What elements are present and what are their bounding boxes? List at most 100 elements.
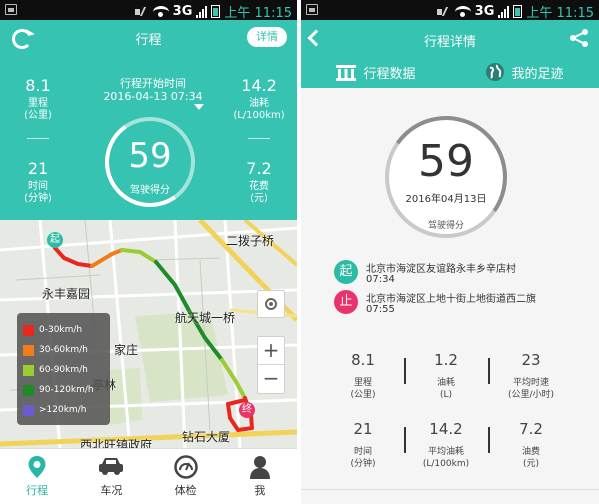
time-value: 21 bbox=[27, 159, 49, 178]
stat-value: 8.1 bbox=[351, 351, 375, 369]
trip-date: 2016年04月13日 bbox=[405, 194, 487, 205]
legend-swatch bbox=[23, 364, 34, 376]
building-icon bbox=[336, 65, 357, 81]
nav-car-status[interactable]: 车况 bbox=[74, 449, 148, 504]
stat-avg-fuel: 14.2 平均油耗 (L/100km) bbox=[406, 420, 486, 470]
fuel-label: 油耗 bbox=[249, 98, 269, 109]
stat-time: 21 时间 (分钟) bbox=[323, 420, 403, 470]
tab-trip-data[interactable]: 行程数据 bbox=[301, 56, 450, 88]
map-label-erbozi: 二拨子桥 bbox=[226, 234, 275, 248]
nav-trip[interactable]: 行程 bbox=[0, 449, 74, 504]
score-value: 59 bbox=[418, 136, 474, 187]
cost-value: 7.2 bbox=[246, 159, 272, 178]
network-type: 3G bbox=[474, 4, 495, 19]
legend-item: 30-60km/h bbox=[23, 340, 104, 360]
stat-label: 里程 bbox=[353, 378, 372, 388]
image-notification-icon bbox=[5, 4, 17, 15]
share-icon[interactable] bbox=[569, 29, 589, 47]
legend-swatch bbox=[23, 384, 34, 396]
zoom-controls: + − bbox=[257, 336, 285, 394]
globe-icon bbox=[486, 63, 505, 81]
trip-detail-screen: 3G 上午 11:15 行程详情 行程数据 我的足迹 59 2016年04月13… bbox=[301, 0, 599, 504]
legend-swatch bbox=[23, 324, 34, 336]
legend-item: 0-30km/h bbox=[23, 320, 104, 340]
divider bbox=[248, 138, 270, 139]
trip-summary-header: 行程 详情 8.1 里程 (公里) 21 时间 (分钟) 行程开始时间 2016… bbox=[0, 20, 297, 240]
stat-value: 7.2 bbox=[519, 420, 543, 438]
stat-unit: (元) bbox=[522, 459, 540, 469]
cost-label: 花费 bbox=[249, 181, 269, 192]
status-bar: 3G 上午 11:15 bbox=[0, 0, 297, 21]
detail-button[interactable]: 详情 bbox=[247, 27, 287, 47]
stat-fuel-cost: 7.2 油费 (元) bbox=[491, 420, 571, 470]
mileage-stat: 8.1 里程 (公里) bbox=[0, 76, 76, 122]
stat-unit: (分钟) bbox=[350, 459, 376, 469]
end-address: 北京市海淀区上地十街上地街道西二旗 bbox=[366, 294, 536, 305]
network-type: 3G bbox=[172, 4, 193, 19]
start-time-label: 行程开始时间 bbox=[120, 77, 186, 90]
start-time: 07:34 bbox=[366, 274, 395, 285]
clock: 上午 11:15 bbox=[526, 6, 594, 21]
mileage-unit: (公里) bbox=[24, 110, 52, 121]
detail-tabs: 行程数据 我的足迹 bbox=[301, 56, 599, 88]
map-label-xibeiwang: 西北旺镇政府 bbox=[80, 438, 153, 448]
map-label-zuanshi: 钻石大厦 bbox=[182, 430, 231, 444]
stat-avg-speed: 23 平均时速 (公里/小时) bbox=[491, 351, 571, 401]
battery-icon bbox=[513, 5, 523, 18]
car-icon bbox=[99, 458, 124, 475]
legend-item: 60-90km/h bbox=[23, 360, 104, 380]
zoom-out-button[interactable]: − bbox=[258, 365, 284, 393]
stat-fuel: 1.2 油耗 (L) bbox=[406, 351, 486, 401]
score-value: 59 bbox=[128, 136, 172, 176]
stat-label: 平均时速 bbox=[512, 378, 549, 388]
stat-divider bbox=[488, 427, 490, 453]
tab-trip-data-label: 行程数据 bbox=[363, 66, 416, 82]
nav-me-label: 我 bbox=[254, 484, 266, 497]
start-pin[interactable]: 起 bbox=[47, 232, 63, 248]
nav-trip-label: 行程 bbox=[26, 484, 49, 497]
stat-divider bbox=[488, 358, 490, 384]
cost-stat: 7.2 花费 (元) bbox=[221, 159, 297, 205]
tab-my-footprint[interactable]: 我的足迹 bbox=[450, 56, 599, 88]
locate-button[interactable] bbox=[257, 290, 285, 318]
legend-label: 90-120km/h bbox=[39, 385, 94, 395]
time-stat: 21 时间 (分钟) bbox=[0, 159, 76, 205]
start-time-value: 2016-04-13 07:34 bbox=[103, 90, 203, 103]
fuel-unit: (L/100km) bbox=[233, 110, 285, 121]
top-bar: 行程 详情 bbox=[0, 20, 297, 56]
stat-label: 时间 bbox=[353, 447, 372, 457]
mileage-label: 里程 bbox=[28, 98, 48, 109]
signal-icon bbox=[196, 5, 208, 18]
zoom-in-button[interactable]: + bbox=[258, 337, 284, 365]
legend-label: >120km/h bbox=[39, 405, 87, 415]
screen-root: 3G 上午 11:15 行程 详情 8.1 里程 (公里) 21 时间 (分钟) bbox=[0, 0, 599, 504]
dropdown-caret-icon[interactable] bbox=[194, 104, 204, 115]
map-label-yongfeng: 永丰嘉园 bbox=[42, 287, 91, 301]
nav-checkup[interactable]: 体检 bbox=[149, 449, 223, 504]
legend-item: >120km/h bbox=[23, 400, 104, 420]
end-address-row: 止 北京市海淀区上地十街上地街道西二旗 07:55 bbox=[334, 290, 584, 318]
speed-legend: 0-30km/h 30-60km/h 60-90km/h 90-120km/h … bbox=[17, 313, 110, 425]
map-label-hangtian: 航天城一桥 bbox=[175, 311, 236, 325]
stat-unit: (L) bbox=[439, 390, 453, 400]
nav-me[interactable]: 我 bbox=[223, 449, 297, 504]
mileage-value: 8.1 bbox=[25, 76, 51, 95]
divider bbox=[27, 138, 49, 139]
stat-value: 14.2 bbox=[429, 420, 463, 438]
mute-icon bbox=[435, 6, 451, 18]
legend-label: 0-30km/h bbox=[39, 325, 83, 335]
clock: 上午 11:15 bbox=[224, 6, 292, 21]
end-pin[interactable]: 终 bbox=[239, 402, 255, 418]
start-address-row: 起 北京市海淀区友谊路永丰乡辛店村 07:34 bbox=[334, 260, 584, 288]
score-ring: 59 驾驶得分 bbox=[97, 109, 203, 215]
score-label: 驾驶得分 bbox=[130, 185, 170, 196]
battery-icon bbox=[211, 5, 221, 18]
time-unit: (分钟) bbox=[24, 193, 52, 204]
end-badge: 止 bbox=[334, 290, 358, 314]
stat-label: 平均油耗 bbox=[427, 447, 464, 457]
map-label-jiazhuang: 家庄 bbox=[114, 343, 139, 357]
gauge-icon bbox=[173, 455, 198, 479]
score-label: 驾驶得分 bbox=[427, 221, 464, 231]
wifi-icon bbox=[152, 5, 169, 18]
start-badge: 起 bbox=[334, 260, 358, 284]
